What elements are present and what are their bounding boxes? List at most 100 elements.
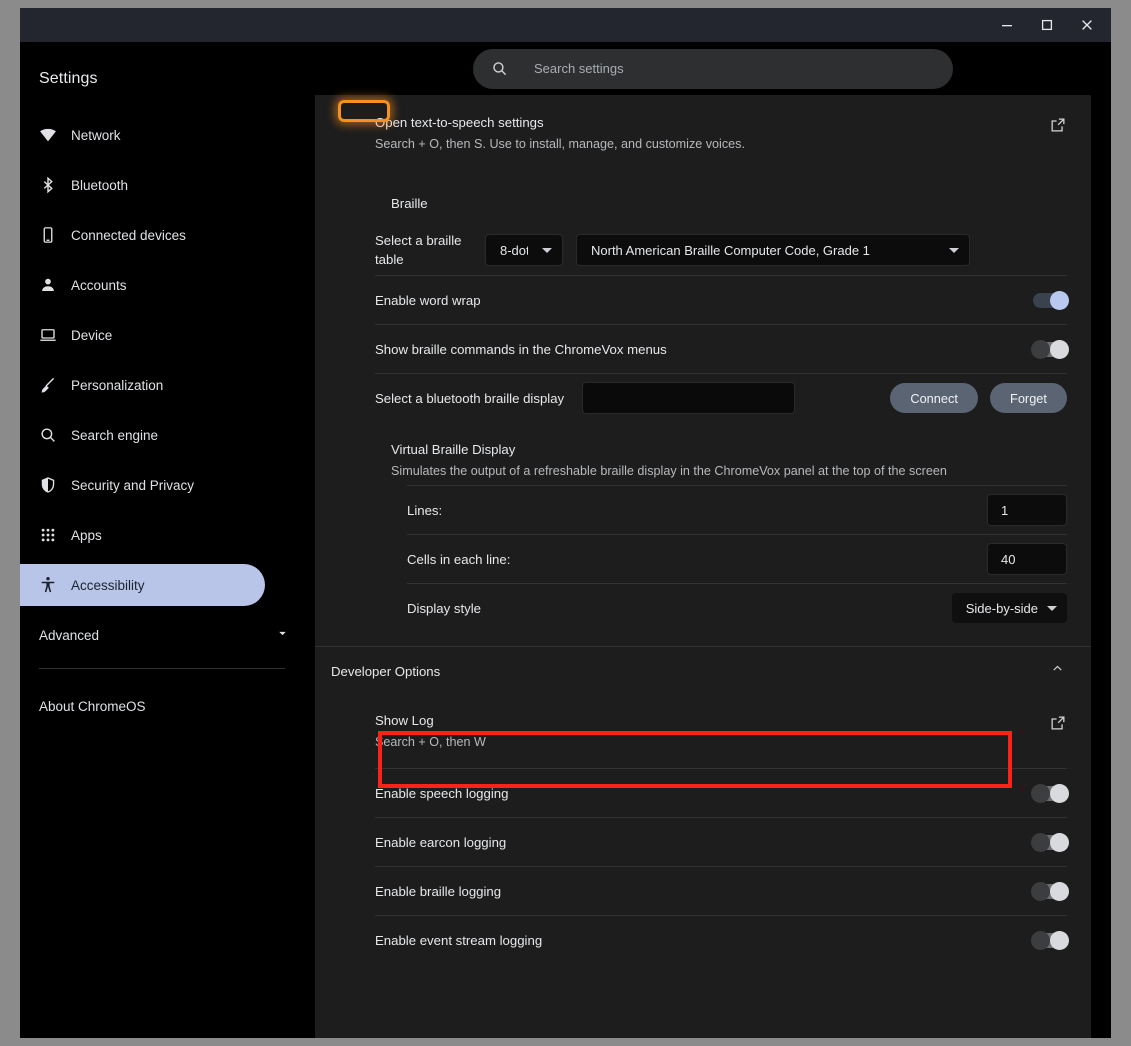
sidebar-item-security-and-privacy[interactable]: Security and Privacy: [20, 464, 315, 506]
sidebar-item-label: Network: [71, 128, 121, 143]
select-bluetooth-braille-display-label: Select a bluetooth braille display: [375, 389, 564, 408]
sidebar-item-personalization[interactable]: Personalization: [20, 364, 315, 406]
sidebar-item-accessibility[interactable]: Accessibility: [20, 564, 265, 606]
search-icon: [39, 426, 65, 444]
chevron-down-icon: [1047, 606, 1057, 611]
wifi-icon: [39, 126, 65, 144]
sidebar-item-label: Apps: [71, 528, 102, 543]
sidebar-item-label: Device: [71, 328, 112, 343]
connect-button[interactable]: Connect: [890, 383, 978, 413]
enable-braille-logging-label: Enable braille logging: [375, 882, 1033, 901]
show-braille-commands-label: Show braille commands in the ChromeVox m…: [375, 340, 1033, 359]
braille-dots-select[interactable]: 8-dot: [485, 234, 563, 266]
cells-in-each-line-input[interactable]: 40: [987, 543, 1067, 575]
sidebar-divider: [39, 668, 285, 669]
enable-speech-logging-label: Enable speech logging: [375, 784, 1033, 803]
show-braille-commands-row: Show braille commands in the ChromeVox m…: [375, 324, 1067, 373]
virtual-braille-display-header: Virtual Braille Display Simulates the ou…: [375, 422, 1067, 485]
window-titlebar: [20, 8, 1111, 42]
select-braille-table-row: Select a braille table 8-dot North Ameri…: [375, 225, 1067, 275]
enable-braille-logging-toggle[interactable]: [1033, 884, 1067, 899]
open-text-to-speech-settings-row[interactable]: Open text-to-speech settings Search + O,…: [315, 95, 1091, 174]
enable-event-stream-logging-toggle[interactable]: [1033, 933, 1067, 948]
maximize-button[interactable]: [1027, 8, 1067, 42]
sidebar-item-label: Bluetooth: [71, 178, 128, 193]
sidebar-item-label: Connected devices: [71, 228, 186, 243]
sidebar-item-about-chromeos[interactable]: About ChromeOS: [20, 685, 315, 727]
cells-in-each-line-label: Cells in each line:: [407, 550, 987, 569]
braille-table-value: North American Braille Computer Code, Gr…: [591, 243, 935, 258]
lines-input[interactable]: 1: [987, 494, 1067, 526]
enable-event-stream-logging-label: Enable event stream logging: [375, 931, 1033, 950]
chevron-up-icon: [1050, 661, 1065, 681]
brush-icon: [39, 376, 65, 394]
sidebar-item-label: About ChromeOS: [39, 699, 146, 714]
chevron-down-icon: [276, 627, 289, 643]
virtual-braille-display-title: Virtual Braille Display: [391, 440, 1067, 459]
grid-icon: [39, 526, 65, 544]
search-input[interactable]: Search settings: [473, 49, 953, 89]
settings-window: Settings Network Bluetooth Connected dev…: [20, 8, 1111, 1038]
enable-earcon-logging-label: Enable earcon logging: [375, 833, 1033, 852]
person-icon: [39, 276, 65, 294]
show-braille-commands-toggle[interactable]: [1033, 342, 1067, 357]
enable-speech-logging-toggle[interactable]: [1033, 786, 1067, 801]
sidebar-item-accounts[interactable]: Accounts: [20, 264, 315, 306]
enable-word-wrap-row: Enable word wrap: [375, 275, 1067, 324]
sidebar-item-label: Accessibility: [71, 578, 145, 593]
page-title: Settings: [20, 58, 315, 114]
developer-options-label: Developer Options: [331, 664, 1050, 679]
bluetooth-icon: [39, 176, 65, 194]
enable-earcon-logging-toggle[interactable]: [1033, 835, 1067, 850]
sidebar-item-label: Accounts: [71, 278, 127, 293]
enable-braille-logging-row: Enable braille logging: [375, 866, 1067, 915]
sidebar-item-network[interactable]: Network: [20, 114, 315, 156]
enable-event-stream-logging-row: Enable event stream logging: [375, 915, 1067, 964]
accessibility-icon: [39, 576, 65, 594]
enable-word-wrap-label: Enable word wrap: [375, 291, 1033, 310]
display-style-select[interactable]: Side-by-side: [952, 593, 1067, 623]
chevron-down-icon: [542, 248, 552, 253]
show-log-row[interactable]: Show Log Search + O, then W: [315, 695, 1091, 768]
select-braille-table-label: Select a braille table: [375, 231, 485, 269]
sidebar-item-device[interactable]: Device: [20, 314, 315, 356]
laptop-icon: [39, 326, 65, 344]
sidebar-item-connected-devices[interactable]: Connected devices: [20, 214, 315, 256]
enable-earcon-logging-row: Enable earcon logging: [375, 817, 1067, 866]
search-icon: [491, 60, 508, 77]
sidebar-item-label: Security and Privacy: [71, 478, 194, 493]
virtual-braille-display-subtitle: Simulates the output of a refreshable br…: [391, 462, 1067, 481]
select-bluetooth-braille-display-row: Select a bluetooth braille display Conne…: [375, 373, 1067, 422]
show-log-subtitle: Search + O, then W: [375, 733, 1037, 752]
sidebar-item-apps[interactable]: Apps: [20, 514, 315, 556]
braille-dots-value: 8-dot: [500, 243, 528, 258]
sidebar-item-bluetooth[interactable]: Bluetooth: [20, 164, 315, 206]
external-link-icon[interactable]: [1049, 113, 1067, 139]
main-area: Search settings Open text-to-speech sett…: [315, 42, 1111, 1038]
shield-icon: [39, 476, 65, 494]
forget-button[interactable]: Forget: [990, 383, 1067, 413]
display-style-value: Side-by-side: [966, 601, 1038, 616]
chevron-down-icon: [949, 248, 959, 253]
minimize-button[interactable]: [987, 8, 1027, 42]
sidebar-item-label: Search engine: [71, 428, 158, 443]
lines-label: Lines:: [407, 501, 987, 520]
braille-table-select[interactable]: North American Braille Computer Code, Gr…: [576, 234, 970, 266]
developer-options-header[interactable]: Developer Options: [315, 647, 1091, 695]
bluetooth-braille-display-select[interactable]: [582, 382, 795, 414]
settings-content-card: Open text-to-speech settings Search + O,…: [315, 95, 1091, 1038]
sidebar-advanced-toggle[interactable]: Advanced: [20, 614, 315, 656]
display-style-label: Display style: [407, 599, 952, 618]
phone-icon: [39, 226, 65, 244]
show-log-title: Show Log: [375, 711, 1037, 730]
sidebar-item-label: Personalization: [71, 378, 163, 393]
enable-word-wrap-toggle[interactable]: [1033, 293, 1067, 308]
external-link-icon[interactable]: [1049, 711, 1067, 737]
cells-in-each-line-row: Cells in each line: 40: [407, 534, 1067, 583]
search-placeholder: Search settings: [534, 61, 624, 76]
tts-row-title: Open text-to-speech settings: [375, 113, 1037, 132]
sidebar-advanced-label: Advanced: [39, 628, 276, 643]
close-button[interactable]: [1067, 8, 1107, 42]
sidebar-item-search-engine[interactable]: Search engine: [20, 414, 315, 456]
braille-section-heading: Braille: [375, 174, 1067, 225]
